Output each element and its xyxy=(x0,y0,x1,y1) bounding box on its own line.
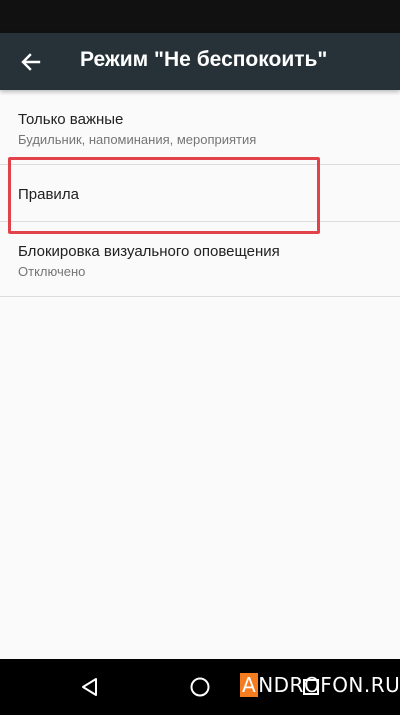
nav-back-button[interactable] xyxy=(76,673,104,701)
nav-home-button[interactable] xyxy=(186,673,214,701)
circle-home-icon xyxy=(190,677,210,697)
status-bar xyxy=(0,0,400,33)
setting-title: Только важные xyxy=(18,111,124,128)
page-title: Режим "Не беспокоить" xyxy=(80,48,328,71)
watermark-accent-letter: A xyxy=(240,673,259,697)
toolbar: Режим "Не беспокоить" xyxy=(0,33,400,90)
watermark-logo: A NDROFON.RU xyxy=(240,670,400,700)
watermark-text: NDROFON.RU xyxy=(258,673,400,697)
setting-summary: Отключено xyxy=(18,264,86,279)
setting-priority-only[interactable]: Только важные Будильник, напоминания, ме… xyxy=(0,90,400,165)
highlight-annotation xyxy=(8,157,320,234)
triangle-back-icon xyxy=(82,678,97,696)
setting-summary: Будильник, напоминания, мероприятия xyxy=(18,132,257,147)
setting-title: Блокировка визуального оповещения xyxy=(18,243,280,260)
arrow-back-icon xyxy=(21,53,41,71)
back-button[interactable] xyxy=(14,45,48,79)
